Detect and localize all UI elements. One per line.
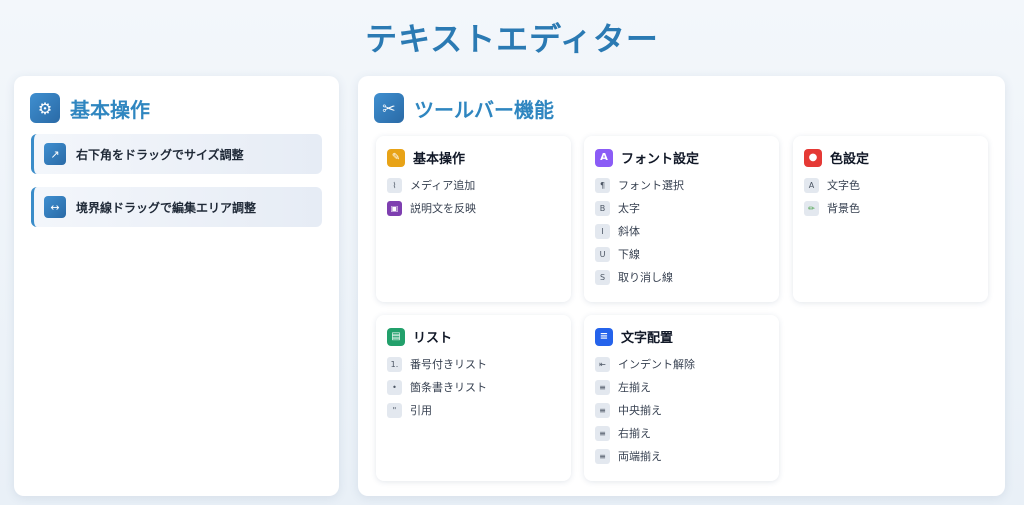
item-label: 中央揃え (618, 404, 662, 417)
item-underline[interactable]: U 下線 (595, 246, 640, 262)
floppy-disk-icon: ▣ (387, 200, 402, 216)
item-label: フォント選択 (618, 179, 684, 192)
item-quote[interactable]: " 引用 (387, 402, 432, 418)
numbered-list-icon: 1. (387, 356, 402, 372)
card-title: 基本操作 (413, 152, 466, 167)
basic-operations-panel: ⚙ 基本操作 ↗ 右下角をドラッグでサイズ調整 ↔ 境界線ドラッグで編集エリア調… (14, 76, 339, 496)
item-bullet-list[interactable]: • 箇条書きリスト (387, 379, 487, 395)
align-center-icon: ≡ (595, 402, 610, 418)
card-text-alignment: ≡ 文字配置 ⇤ インデント解除 ≡ 左揃え ≡ 中央揃え ≡ 右揃え ≡ 両端… (584, 315, 779, 481)
basic-operations-title: 基本操作 (70, 97, 150, 122)
paperclip-icon: ⌇ (387, 177, 402, 193)
item-align-right[interactable]: ≡ 右揃え (595, 425, 651, 441)
item-italic[interactable]: I 斜体 (595, 223, 640, 239)
item-text-color[interactable]: A 文字色 (804, 177, 860, 193)
basic-operations-header: ⚙ 基本操作 (30, 93, 150, 123)
bullet-list-icon: • (387, 379, 402, 395)
item-label: 背景色 (827, 202, 860, 215)
card-basic-operations: ✎ 基本操作 ⌇ メディア追加 ▣ 説明文を反映 (376, 136, 571, 302)
align-left-icon: ≡ (595, 379, 610, 395)
align-justify-icon: ≡ (595, 448, 610, 464)
highlighter-icon: ✏ (804, 200, 819, 216)
toolbar-features-panel: ✂ ツールバー機能 ✎ 基本操作 ⌇ メディア追加 ▣ 説明文を反映 A フォン… (358, 76, 1005, 496)
tip-label: 右下角をドラッグでサイズ調整 (76, 147, 244, 162)
outdent-icon: ⇤ (595, 356, 610, 372)
toolbar-features-header: ✂ ツールバー機能 (374, 93, 554, 123)
item-numbered-list[interactable]: 1. 番号付きリスト (387, 356, 487, 372)
card-header: A フォント設定 (595, 148, 699, 167)
item-label: 箇条書きリスト (410, 381, 487, 394)
card-font-settings: A フォント設定 ¶ フォント選択 B 太字 I 斜体 U 下線 S 取り消し線 (584, 136, 779, 302)
item-label: 引用 (410, 404, 432, 417)
item-label: 右揃え (618, 427, 651, 440)
item-font-select[interactable]: ¶ フォント選択 (595, 177, 684, 193)
horizontal-resize-icon: ↔ (44, 196, 66, 218)
font-icon: A (595, 148, 613, 167)
card-color-settings: ● 色設定 A 文字色 ✏ 背景色 (793, 136, 988, 302)
item-align-left[interactable]: ≡ 左揃え (595, 379, 651, 395)
align-icon: ≡ (595, 327, 613, 346)
card-header: ▤ リスト (387, 327, 452, 346)
item-label: インデント解除 (618, 358, 695, 371)
item-align-center[interactable]: ≡ 中央揃え (595, 402, 662, 418)
clipboard-icon: ▤ (387, 327, 405, 346)
bold-icon: B (595, 200, 610, 216)
item-background-color[interactable]: ✏ 背景色 (804, 200, 860, 216)
quote-icon: " (387, 402, 402, 418)
card-list: ▤ リスト 1. 番号付きリスト • 箇条書きリスト " 引用 (376, 315, 571, 481)
card-title: フォント設定 (621, 152, 700, 167)
tip-resize-border: ↔ 境界線ドラッグで編集エリア調整 (31, 187, 322, 227)
strikethrough-icon: S (595, 269, 610, 285)
item-label: 左揃え (618, 381, 651, 394)
item-label: メディア追加 (410, 179, 476, 192)
item-label: 番号付きリスト (410, 358, 487, 371)
item-align-justify[interactable]: ≡ 両端揃え (595, 448, 662, 464)
gear-icon: ⚙ (30, 93, 60, 123)
item-label: 斜体 (618, 225, 640, 238)
underline-icon: U (595, 246, 610, 262)
card-title: 文字配置 (621, 331, 674, 346)
item-label: 下線 (618, 248, 640, 261)
item-label: 取り消し線 (618, 271, 673, 284)
item-label: 両端揃え (618, 450, 662, 463)
toolbar-features-title: ツールバー機能 (414, 97, 554, 122)
item-strikethrough[interactable]: S 取り消し線 (595, 269, 673, 285)
item-label: 説明文を反映 (410, 202, 476, 215)
page-title: テキストエディター (365, 20, 659, 58)
item-outdent[interactable]: ⇤ インデント解除 (595, 356, 695, 372)
item-bold[interactable]: B 太字 (595, 200, 640, 216)
card-header: ✎ 基本操作 (387, 148, 465, 167)
item-label: 文字色 (827, 179, 860, 192)
tools-icon: ✂ (374, 93, 404, 123)
palette-icon: ● (804, 148, 822, 167)
pilcrow-icon: ¶ (595, 177, 610, 193)
card-header: ≡ 文字配置 (595, 327, 673, 346)
align-right-icon: ≡ (595, 425, 610, 441)
card-title: リスト (413, 331, 453, 346)
tip-resize-corner: ↗ 右下角をドラッグでサイズ調整 (31, 134, 322, 174)
item-add-media[interactable]: ⌇ メディア追加 (387, 177, 475, 193)
pin-icon: ✎ (387, 148, 405, 167)
resize-arrow-icon: ↗ (44, 143, 66, 165)
text-color-icon: A (804, 177, 819, 193)
item-label: 太字 (618, 202, 640, 215)
card-title: 色設定 (830, 152, 870, 167)
tip-label: 境界線ドラッグで編集エリア調整 (76, 200, 257, 215)
italic-icon: I (595, 223, 610, 239)
card-header: ● 色設定 (804, 148, 869, 167)
item-apply-description[interactable]: ▣ 説明文を反映 (387, 200, 476, 216)
